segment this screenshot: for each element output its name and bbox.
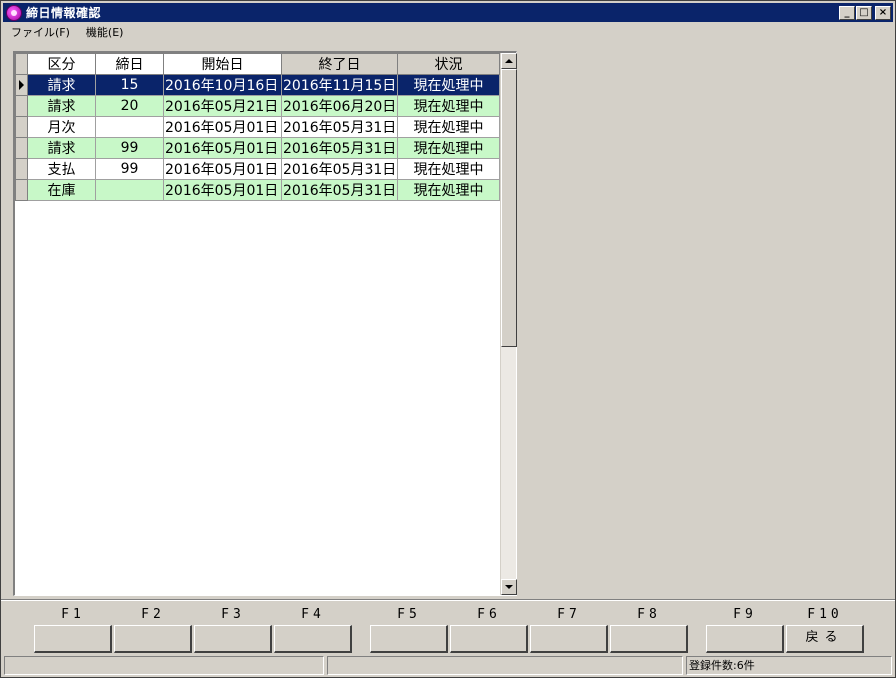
cell-start[interactable]: 2016年05月01日 xyxy=(163,116,282,138)
f9-label: F9 xyxy=(733,607,757,622)
status-panel-2 xyxy=(327,656,683,675)
f3-button[interactable] xyxy=(194,625,272,653)
cell-status[interactable]: 現在処理中 xyxy=(397,116,500,138)
cell-shime[interactable] xyxy=(95,179,164,201)
cell-kubun[interactable]: 在庫 xyxy=(27,179,96,201)
cell-start[interactable]: 2016年05月21日 xyxy=(163,95,282,117)
cell-kubun[interactable]: 月次 xyxy=(27,116,96,138)
cell-start[interactable]: 2016年05月01日 xyxy=(163,158,282,180)
menu-bar: ファイル(F) 機能(E) xyxy=(3,23,131,41)
table-row[interactable]: 請求 99 2016年05月01日 2016年05月31日 現在処理中 xyxy=(15,137,500,159)
f2-button[interactable] xyxy=(114,625,192,653)
cell-status[interactable]: 現在処理中 xyxy=(397,179,500,201)
f8-button[interactable] xyxy=(610,625,688,653)
f2-label: F2 xyxy=(141,607,165,622)
f7-label: F7 xyxy=(557,607,581,622)
row-selector-header xyxy=(15,53,28,75)
table-row[interactable]: 請求 20 2016年05月21日 2016年06月20日 現在処理中 xyxy=(15,95,500,117)
row-selector[interactable] xyxy=(15,158,28,180)
f6-label: F6 xyxy=(477,607,501,622)
app-icon[interactable] xyxy=(6,4,22,21)
arrow-up-icon xyxy=(505,59,513,63)
cell-kubun[interactable]: 支払 xyxy=(27,158,96,180)
f4-button[interactable] xyxy=(274,625,352,653)
cell-kubun[interactable]: 請求 xyxy=(27,95,96,117)
table-header-row: 区分 締日 開始日 終了日 状況 xyxy=(15,53,500,75)
cell-kubun[interactable]: 請求 xyxy=(27,74,96,96)
row-selector[interactable] xyxy=(15,95,28,117)
cell-shime[interactable]: 99 xyxy=(95,137,164,159)
cell-start[interactable]: 2016年05月01日 xyxy=(163,179,282,201)
main-window: 締日情報確認 _ □ × ファイル(F) 機能(E) 区分 締日 開始日 終了日… xyxy=(0,0,896,678)
f10-label: F10 xyxy=(807,607,843,622)
cell-end[interactable]: 2016年05月31日 xyxy=(281,116,398,138)
cell-kubun[interactable]: 請求 xyxy=(27,137,96,159)
row-selector[interactable] xyxy=(15,116,28,138)
menu-file[interactable]: ファイル(F) xyxy=(3,24,78,40)
cell-start[interactable]: 2016年05月01日 xyxy=(163,137,282,159)
f1-button[interactable] xyxy=(34,625,112,653)
cell-shime[interactable] xyxy=(95,116,164,138)
cell-end[interactable]: 2016年05月31日 xyxy=(281,137,398,159)
row-selector[interactable] xyxy=(15,137,28,159)
f3-label: F3 xyxy=(221,607,245,622)
column-header-start[interactable]: 開始日 xyxy=(163,53,282,75)
table-row[interactable]: 支払 99 2016年05月01日 2016年05月31日 現在処理中 xyxy=(15,158,500,180)
column-header-shime[interactable]: 締日 xyxy=(95,53,164,75)
window-title: 締日情報確認 xyxy=(26,6,102,20)
f8-label: F8 xyxy=(637,607,661,622)
window-controls: _ □ × xyxy=(838,5,891,20)
record-count: 登録件数:6件 xyxy=(686,656,892,675)
table-row[interactable]: 在庫 2016年05月01日 2016年05月31日 現在処理中 xyxy=(15,179,500,201)
menu-function[interactable]: 機能(E) xyxy=(78,24,132,40)
row-selector[interactable] xyxy=(15,74,28,96)
back-button[interactable]: 戻る xyxy=(786,625,864,653)
f5-button[interactable] xyxy=(370,625,448,653)
status-bar: 登録件数:6件 xyxy=(4,656,892,675)
cell-start[interactable]: 2016年10月16日 xyxy=(163,74,282,96)
column-header-status[interactable]: 状況 xyxy=(397,53,500,75)
f1-label: F1 xyxy=(61,607,85,622)
f4-label: F4 xyxy=(301,607,325,622)
cell-shime[interactable]: 15 xyxy=(95,74,164,96)
title-bar[interactable]: 締日情報確認 _ □ × xyxy=(3,3,893,22)
f7-button[interactable] xyxy=(530,625,608,653)
vertical-scrollbar[interactable] xyxy=(500,53,517,595)
data-table: 区分 締日 開始日 終了日 状況 請求 15 2016年10月16日 2016年… xyxy=(15,53,500,201)
column-header-kubun[interactable]: 区分 xyxy=(27,53,96,75)
status-panel-1 xyxy=(4,656,324,675)
current-row-arrow-icon xyxy=(19,80,24,90)
minimize-icon[interactable]: _ xyxy=(839,5,855,20)
f5-label: F5 xyxy=(397,607,421,622)
scroll-down-button[interactable] xyxy=(501,579,517,595)
cell-end[interactable]: 2016年11月15日 xyxy=(281,74,398,96)
cell-status[interactable]: 現在処理中 xyxy=(397,137,500,159)
f6-button[interactable] xyxy=(450,625,528,653)
close-icon[interactable]: × xyxy=(875,5,891,20)
scroll-up-button[interactable] xyxy=(501,53,517,69)
cell-end[interactable]: 2016年05月31日 xyxy=(281,158,398,180)
divider xyxy=(1,599,895,601)
cell-shime[interactable]: 20 xyxy=(95,95,164,117)
f9-button[interactable] xyxy=(706,625,784,653)
cell-shime[interactable]: 99 xyxy=(95,158,164,180)
cell-status[interactable]: 現在処理中 xyxy=(397,95,500,117)
arrow-down-icon xyxy=(505,585,513,589)
row-selector[interactable] xyxy=(15,179,28,201)
cell-end[interactable]: 2016年06月20日 xyxy=(281,95,398,117)
closing-date-grid[interactable]: 区分 締日 開始日 終了日 状況 請求 15 2016年10月16日 2016年… xyxy=(13,51,517,596)
cell-end[interactable]: 2016年05月31日 xyxy=(281,179,398,201)
table-row[interactable]: 月次 2016年05月01日 2016年05月31日 現在処理中 xyxy=(15,116,500,138)
scrollbar-thumb[interactable] xyxy=(501,69,517,347)
maximize-icon[interactable]: □ xyxy=(856,5,872,20)
cell-status[interactable]: 現在処理中 xyxy=(397,74,500,96)
column-header-end[interactable]: 終了日 xyxy=(281,53,398,75)
table-row[interactable]: 請求 15 2016年10月16日 2016年11月15日 現在処理中 xyxy=(15,74,500,96)
cell-status[interactable]: 現在処理中 xyxy=(397,158,500,180)
